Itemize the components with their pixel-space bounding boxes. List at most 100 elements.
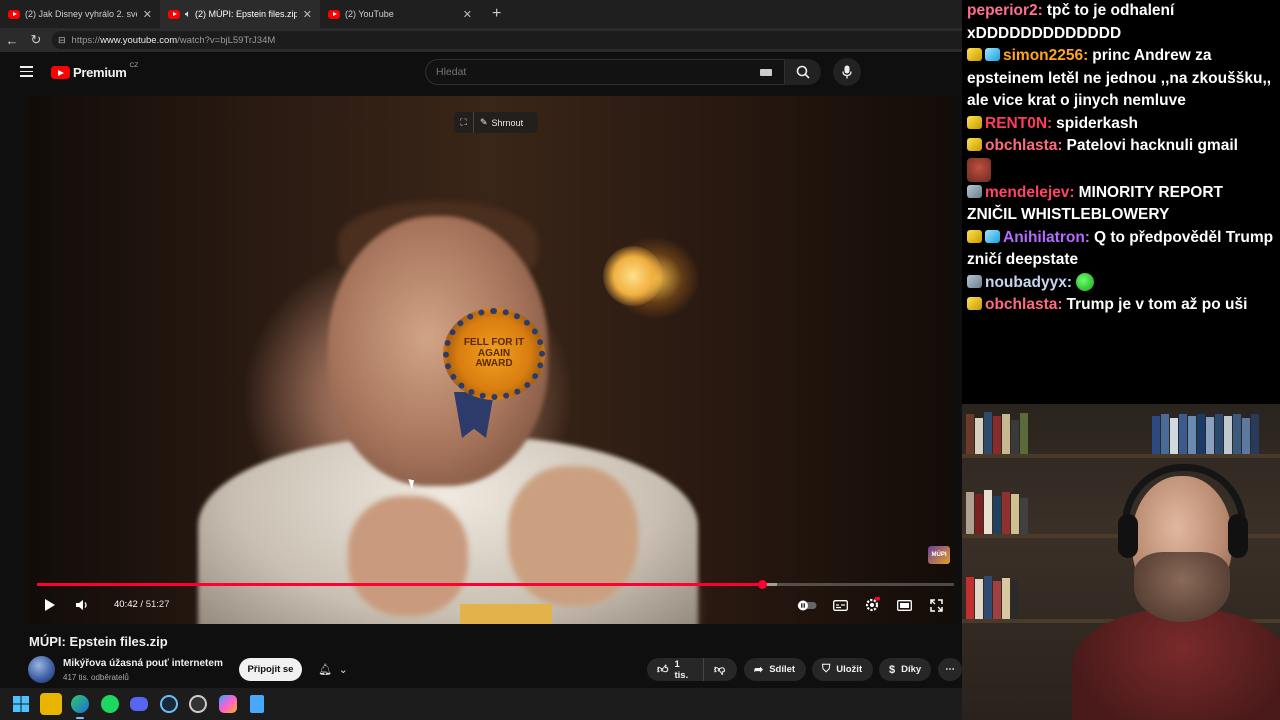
- url-field[interactable]: ⊟ https://www.youtube.com/watch?v=bjL59T…: [52, 31, 962, 49]
- fullscreen-icon: [929, 598, 943, 612]
- webcam-feed: [962, 404, 1280, 720]
- url-prefix: https://: [71, 34, 101, 46]
- discord-icon[interactable]: [128, 693, 150, 715]
- voice-search-button[interactable]: [833, 58, 861, 86]
- youtube-favicon-icon: [8, 9, 20, 19]
- channel-avatar[interactable]: [28, 656, 55, 683]
- site-info-icon[interactable]: ⊟: [58, 35, 66, 46]
- thumbs-up-icon: 👍︎: [657, 664, 669, 676]
- youtube-favicon-icon: [168, 9, 180, 19]
- chat-text: Trump je v tom až po uši: [1066, 296, 1248, 313]
- tab-youtube[interactable]: (2) YouTube ✕: [320, 0, 480, 28]
- dislike-button[interactable]: 👎︎: [703, 658, 737, 681]
- chat-badge-icon: [967, 274, 982, 288]
- chat-badge-icon: [967, 184, 982, 198]
- tab-epstein[interactable]: 🔈︎ (2) MÚPI: Epstein files.zip - Yo ✕: [160, 0, 320, 28]
- chat-emote-icon: [967, 157, 991, 182]
- join-button[interactable]: Připojit se: [239, 658, 302, 681]
- chat-username[interactable]: RENT0N:: [985, 115, 1052, 132]
- notepad-icon[interactable]: [246, 693, 268, 715]
- fullscreen-button[interactable]: [926, 594, 946, 616]
- video-player[interactable]: FELL FOR IT AGAIN AWARD ⛶ ✎ Shrnout MÚPI: [28, 96, 954, 624]
- chat-badge-icon: [967, 297, 982, 310]
- tab-close-icon[interactable]: ✕: [463, 8, 472, 21]
- autoplay-toggle[interactable]: [796, 594, 818, 616]
- progress-scrubber[interactable]: [757, 580, 767, 589]
- chat-message: RENT0N: spiderkash: [967, 113, 1275, 136]
- new-tab-icon[interactable]: +: [492, 5, 501, 23]
- notifications-button[interactable]: 🔔︎ ⌄: [309, 658, 357, 681]
- search-icon: [796, 65, 810, 79]
- channel-watermark-icon[interactable]: MÚPI: [928, 546, 950, 564]
- miniplayer-icon: [896, 599, 912, 611]
- settings-button[interactable]: [862, 594, 882, 616]
- like-count: 1 tis.: [674, 658, 689, 681]
- summarize-button[interactable]: ⛶ ✎ Shrnout: [454, 112, 538, 133]
- chat-message: obchlasta: Trump je v tom až po uši: [967, 294, 1275, 317]
- chat-badge-icon: [967, 115, 982, 129]
- chat-username[interactable]: obchlasta:: [985, 137, 1063, 154]
- back-arrow-icon[interactable]: ←: [0, 28, 24, 52]
- thanks-button[interactable]: $ Díky: [879, 658, 931, 681]
- chat-username[interactable]: obchlasta:: [985, 296, 1063, 313]
- play-button[interactable]: [42, 594, 58, 616]
- books-row: [966, 412, 1029, 454]
- tab-disney[interactable]: (2) Jak Disney vyhrálo 2. světovou ✕: [0, 0, 160, 28]
- chat-username[interactable]: Anihilatron:: [1003, 229, 1090, 246]
- mute-button[interactable]: [74, 594, 90, 616]
- audio-playing-icon[interactable]: 🔈︎: [185, 9, 191, 20]
- summary-icon: ✎: [480, 117, 488, 127]
- chat-message: simon2256: princ Andrew za epsteinem letě…: [967, 45, 1275, 113]
- chat-badge-icon: [967, 229, 982, 243]
- award-badge: FELL FOR IT AGAIN AWARD: [443, 308, 545, 400]
- chevron-down-icon: ⌄: [338, 664, 348, 676]
- books-row: [966, 490, 1029, 534]
- player-controls: 40:42 / 51:27: [28, 590, 954, 620]
- browser-window: (2) Jak Disney vyhrálo 2. světovou ✕ 🔈︎ …: [0, 0, 962, 688]
- reload-icon[interactable]: ↻: [24, 28, 48, 52]
- chat-username[interactable]: simon2256:: [1003, 47, 1088, 64]
- file-explorer-icon[interactable]: [39, 693, 62, 715]
- channel-name[interactable]: Mikýřova úžasná pouť internetem: [63, 658, 223, 669]
- video-lamp: [603, 246, 663, 306]
- share-label: Sdílet: [769, 664, 796, 675]
- screenshot-icon[interactable]: ⛶: [454, 112, 474, 133]
- like-button[interactable]: 👍︎ 1 tis.: [647, 658, 703, 681]
- edge-browser-icon[interactable]: [69, 693, 91, 719]
- windows-start-icon[interactable]: [10, 693, 32, 715]
- chat-username[interactable]: noubadyyx:: [985, 274, 1072, 291]
- steam-icon[interactable]: [158, 693, 180, 715]
- tab-close-icon[interactable]: ✕: [143, 8, 152, 21]
- youtube-favicon-icon: [328, 9, 340, 19]
- chat-username[interactable]: peperior2:: [967, 2, 1043, 19]
- streamer-beard: [1134, 552, 1230, 622]
- subtitles-button[interactable]: [830, 594, 850, 616]
- logo-country: CZ: [129, 62, 139, 69]
- miniplayer-button[interactable]: [894, 594, 914, 616]
- windows-logo-icon: [13, 696, 29, 712]
- total-time: 51:27: [145, 599, 170, 610]
- more-actions-button[interactable]: ⋯: [938, 658, 962, 681]
- address-bar: ← ↻ ⊟ https://www.youtube.com/watch?v=bj…: [0, 28, 962, 52]
- copilot-icon[interactable]: [217, 693, 239, 715]
- tab-label: (2) MÚPI: Epstein files.zip - Yo: [195, 9, 297, 19]
- books-row: [1152, 414, 1260, 454]
- save-button[interactable]: ⛉ Uložit: [812, 658, 873, 681]
- spotify-icon[interactable]: [99, 693, 121, 715]
- headphones-cup: [1118, 514, 1138, 558]
- chat-username[interactable]: mendelejev:: [985, 184, 1075, 201]
- youtube-header: Premium CZ: [0, 52, 962, 92]
- bookmark-icon: ⛉: [822, 663, 831, 675]
- share-button[interactable]: ➦ Sdílet: [744, 658, 806, 681]
- menu-icon[interactable]: [20, 66, 33, 77]
- search-button[interactable]: [785, 59, 821, 85]
- youtube-premium-logo[interactable]: Premium CZ: [51, 62, 139, 80]
- progress-bar[interactable]: [37, 580, 954, 589]
- search-input[interactable]: [436, 65, 736, 79]
- keyboard-icon[interactable]: [760, 69, 772, 76]
- stream-chat: peperior2: tpč to je odhalení xDDDDDDDDDD…: [962, 0, 1280, 404]
- tab-close-icon[interactable]: ✕: [303, 8, 312, 21]
- gear-icon: [865, 597, 880, 612]
- microphone-icon: [842, 65, 852, 79]
- obs-icon[interactable]: [187, 693, 209, 715]
